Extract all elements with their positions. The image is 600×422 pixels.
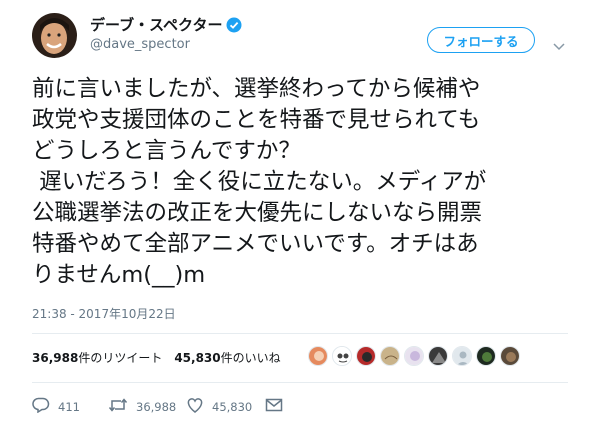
like-stat-count: 45,830 [174,351,221,365]
liker-avatar[interactable] [356,346,376,366]
verified-badge-icon [226,17,242,33]
tweet-line: どうしろと言うんですか？ [32,138,301,164]
divider [32,333,568,334]
retweet-stat-label: 件のリツイート [78,351,163,365]
display-name-text[interactable]: デーブ・スペクター [90,14,222,35]
chevron-down-icon[interactable] [553,36,565,51]
message-action[interactable] [265,397,283,416]
user-handle[interactable]: @dave_spector [90,37,190,52]
liker-avatars [308,346,520,366]
liker-avatar[interactable] [428,346,448,366]
liker-avatar[interactable] [380,346,400,366]
liker-avatar[interactable] [500,346,520,366]
tweet-line: 政党や支援団体のことを特番で見せられても [32,107,481,133]
like-icon[interactable] [186,397,204,416]
retweet-stat-count: 36,988 [32,351,79,365]
liker-avatar[interactable] [404,346,424,366]
retweet-count: 36,988 [136,399,177,414]
liker-avatar[interactable] [476,346,496,366]
reply-action[interactable]: 411 [32,397,80,416]
like-action[interactable]: 45,830 [186,397,252,416]
tweet-line: りませんm(__)m [32,262,206,288]
tweet-line: 公職選挙法の改正を大優先にしないなら開票 [32,200,483,226]
avatar[interactable] [32,13,77,58]
tweet-text: 前に言いましたが、選挙終わってから候補や 政党や支援団体のことを特番で見せられて… [32,74,592,291]
retweet-stat[interactable]: 36,988件のリツイート [32,349,162,366]
retweet-icon[interactable] [108,397,128,416]
reply-icon[interactable] [32,397,50,416]
tweet-line: 特番やめて全部アニメでいいです。オチはあ [32,231,479,257]
display-name[interactable]: デーブ・スペクター [90,14,242,35]
divider [32,382,568,383]
liker-avatar[interactable] [308,346,328,366]
like-stat-label: 件のいいね [220,351,281,365]
like-count: 45,830 [212,399,253,414]
like-stat[interactable]: 45,830件のいいね [174,349,280,366]
tweet-line: 前に言いましたが、選挙終わってから候補や [32,76,481,102]
liker-avatar[interactable] [452,346,472,366]
retweet-action[interactable]: 36,988 [108,397,176,416]
tweet-line: 遅いだろう！全く役に立たない。メディアが [32,169,487,195]
engagement-stats: 36,988件のリツイート 45,830件のいいね [32,349,281,366]
tweet-timestamp[interactable]: 21:38 - 2017年10月22日 [32,305,176,322]
liker-avatar[interactable] [332,346,352,366]
reply-count: 411 [58,399,80,414]
follow-button[interactable]: フォローする [427,27,535,53]
message-icon[interactable] [265,397,283,416]
